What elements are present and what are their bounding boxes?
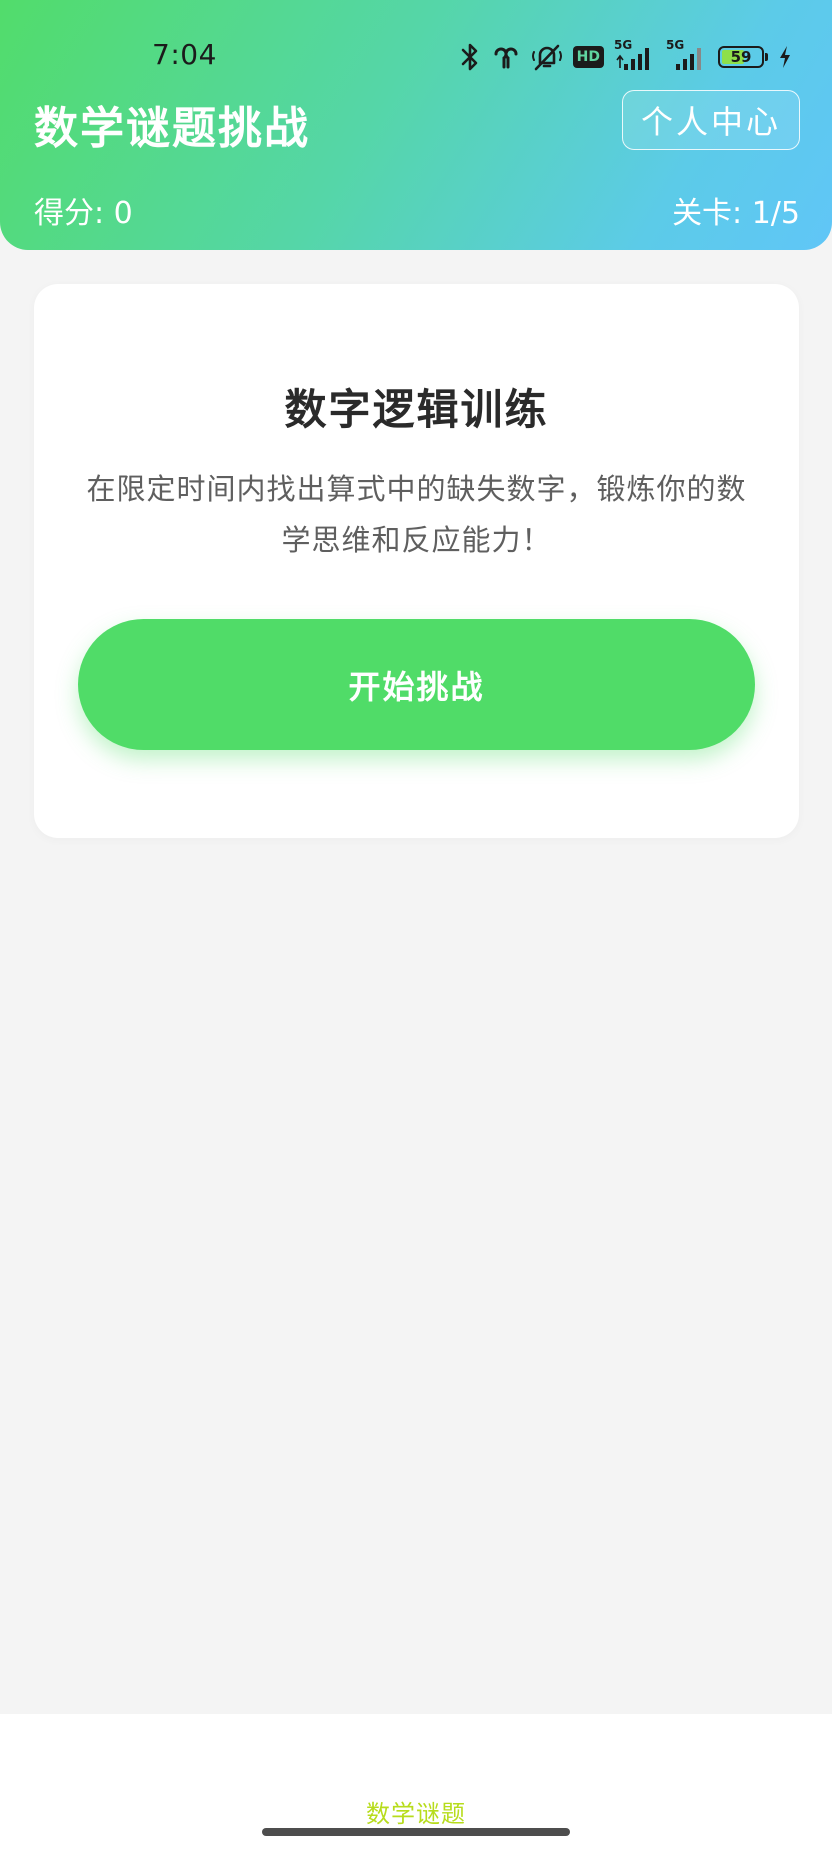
nav-item-math-puzzle[interactable]: 数学谜题 bbox=[0, 1794, 832, 1829]
battery-icon: 59 bbox=[718, 46, 768, 68]
mute-icon bbox=[531, 42, 563, 72]
network-type: 5G bbox=[666, 38, 685, 52]
earbuds-icon bbox=[491, 42, 521, 72]
card-title: 数字逻辑训练 bbox=[284, 385, 549, 434]
status-icons: HD 5G 5G 59 bbox=[459, 38, 792, 74]
score-label: 得分: 0 bbox=[34, 196, 133, 231]
bottom-nav: 数学谜题 bbox=[0, 1714, 832, 1849]
intro-card: 数字逻辑训练 在限定时间内找出算式中的缺失数字，锻炼你的数学思维和反应能力！ 开… bbox=[34, 284, 799, 838]
hd-icon: HD bbox=[572, 46, 604, 68]
start-challenge-button[interactable]: 开始挑战 bbox=[78, 619, 755, 750]
status-time: 7:04 bbox=[152, 38, 217, 71]
charging-icon bbox=[778, 45, 792, 69]
bluetooth-icon bbox=[459, 42, 481, 72]
page-title: 数学谜题挑战 bbox=[34, 103, 310, 154]
battery-level: 59 bbox=[730, 48, 752, 66]
home-indicator[interactable] bbox=[262, 1828, 570, 1836]
network-type: 5G bbox=[614, 38, 633, 52]
card-description: 在限定时间内找出算式中的缺失数字，锻炼你的数学思维和反应能力！ bbox=[86, 472, 747, 557]
level-label: 关卡: 1/5 bbox=[672, 196, 800, 231]
profile-center-button[interactable]: 个人中心 bbox=[622, 90, 800, 150]
signal-icon: 5G bbox=[666, 38, 708, 72]
app-header: 7:04 HD 5G 5G 59 数学谜题挑战 个人中心 得分: 0 关卡: 1… bbox=[0, 0, 832, 250]
signal-icon: 5G bbox=[614, 38, 656, 72]
